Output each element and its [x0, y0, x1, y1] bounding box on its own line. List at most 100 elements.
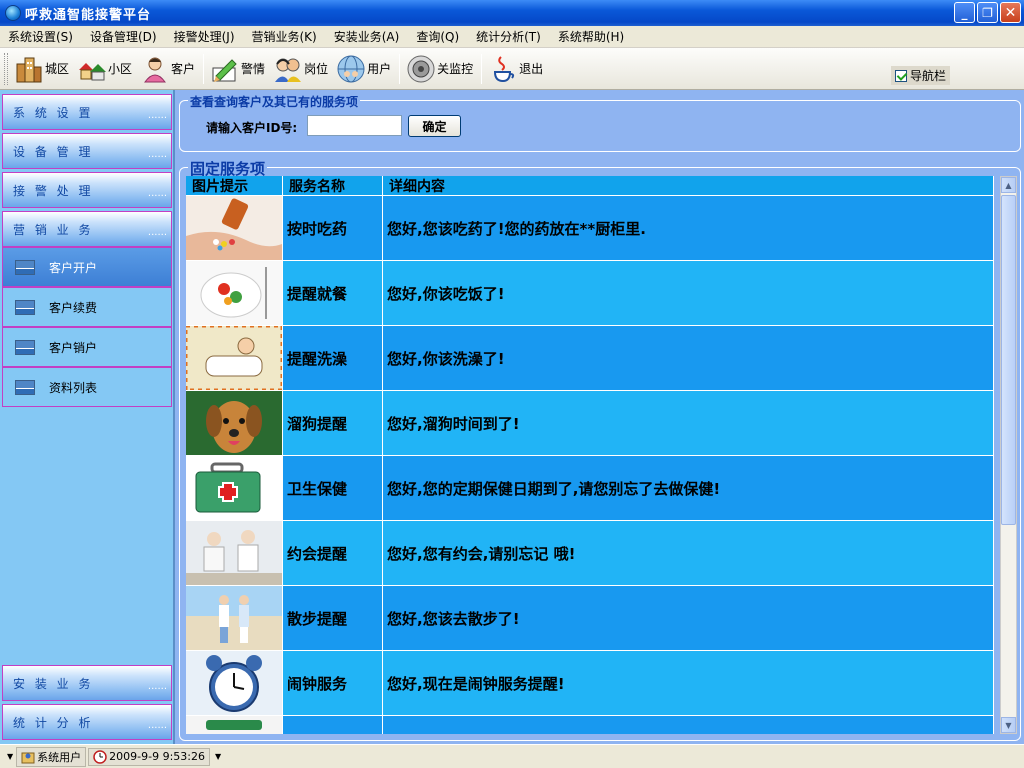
- menu-alarm-handling[interactable]: 接警处理(J): [174, 28, 235, 45]
- statusbar-dropdown-icon[interactable]: ▼: [7, 752, 13, 761]
- sidebar-item-close-account[interactable]: 客户销户: [2, 327, 172, 367]
- query-legend: 查看查询客户及其已有的服务项: [188, 93, 361, 110]
- row-service-detail: 您好,您该去散步了!: [383, 586, 994, 650]
- toolbar-close-monitor-button[interactable]: 关监控: [406, 51, 473, 87]
- menu-bar: 系统设置(S) 设备管理(D) 接警处理(J) 营销业务(K) 安装业务(A) …: [0, 26, 1024, 48]
- row-picture: [186, 326, 283, 390]
- row-service-name: 提醒洗澡: [283, 326, 383, 390]
- table-row[interactable]: 闹钟服务 您好,现在是闹钟服务提醒!: [186, 651, 994, 716]
- query-groupbox: 查看查询客户及其已有的服务项 请输入客户ID号: 确定: [179, 93, 1021, 152]
- sidebar-group-device-management[interactable]: 设 备 管 理 ......: [2, 133, 172, 169]
- row-picture: [186, 521, 283, 585]
- window-title: 呼救通智能接警平台: [25, 7, 152, 23]
- menu-statistics[interactable]: 统计分析(T): [476, 28, 541, 45]
- confirm-button[interactable]: 确定: [408, 115, 461, 137]
- table-row[interactable]: 卫生保健 您好,您的定期保健日期到了,请您别忘了去做保健!: [186, 456, 994, 521]
- toolbar-alarm-button[interactable]: 警情: [210, 51, 265, 87]
- toolbar-close-monitor-label: 关监控: [437, 62, 474, 76]
- sidebar-item-label: 客户开户: [49, 260, 98, 275]
- scrollbar-thumb[interactable]: [1001, 195, 1016, 525]
- customer-id-input[interactable]: [307, 115, 402, 136]
- row-service-detail: 您好,你该吃饭了!: [383, 261, 994, 325]
- picture-icon: [15, 339, 35, 355]
- menu-help[interactable]: 系统帮助(H): [558, 28, 624, 45]
- table-row[interactable]: 散步提醒 您好,您该去散步了!: [186, 586, 994, 651]
- sidebar-group-installation[interactable]: 安 装 业 务 ......: [2, 665, 172, 701]
- toolbar-grip[interactable]: [4, 52, 8, 85]
- sidebar: 系 统 设 置 ...... 设 备 管 理 ...... 接 警 处 理 ..…: [0, 90, 175, 744]
- statusbar-dropdown-icon[interactable]: ▼: [215, 752, 221, 761]
- speaker-icon: [406, 54, 436, 84]
- table-row[interactable]: 按时吃药 您好,您该吃药了!您的药放在**厨柜里.: [186, 196, 994, 261]
- toolbar-exit-label: 退出: [519, 62, 544, 76]
- sidebar-item-renew[interactable]: 客户续费: [2, 287, 172, 327]
- toolbar-customer-label: 客户: [171, 62, 196, 76]
- sidebar-item-label: 客户续费: [49, 300, 98, 315]
- minimize-button[interactable]: _: [954, 2, 975, 23]
- couple-walking-beach-image: [186, 586, 282, 650]
- sidebar-item-open-account[interactable]: 客户开户: [2, 247, 172, 287]
- toolbar-customer-button[interactable]: 客户: [140, 51, 195, 87]
- main-panel: 查看查询客户及其已有的服务项 请输入客户ID号: 确定 固定服务项 图片提示 服…: [175, 90, 1024, 744]
- partial-row-image: [186, 716, 282, 734]
- column-header-detail[interactable]: 详细内容: [383, 176, 994, 195]
- sidebar-group-statistics[interactable]: 统 计 分 析 ......: [2, 704, 172, 740]
- close-button[interactable]: ✕: [1000, 2, 1021, 23]
- table-row[interactable]: 提醒洗澡 您好,你该洗澡了!: [186, 326, 994, 391]
- scroll-down-icon[interactable]: ▼: [1001, 717, 1016, 733]
- elderly-couple-sitting-image: [186, 521, 282, 585]
- sidebar-group-dots: ......: [147, 720, 167, 731]
- sidebar-item-data-list[interactable]: 资料列表: [2, 367, 172, 407]
- table-row[interactable]: 提醒就餐 您好,你该吃饭了!: [186, 261, 994, 326]
- toolbar-post-button[interactable]: 岗位: [273, 51, 328, 87]
- restore-button[interactable]: ❐: [977, 2, 998, 23]
- table-row[interactable]: [186, 716, 994, 734]
- row-picture: [186, 261, 283, 325]
- sidebar-group-alarm-handling[interactable]: 接 警 处 理 ......: [2, 172, 172, 208]
- toolbar-alarm-label: 警情: [241, 62, 266, 76]
- bath-illustration-image: [186, 326, 282, 390]
- row-service-detail: 您好,你该洗澡了!: [383, 326, 994, 390]
- row-picture: [186, 456, 283, 520]
- toolbar-exit-button[interactable]: 退出: [488, 51, 543, 87]
- row-service-name: 约会提醒: [283, 521, 383, 585]
- menu-marketing[interactable]: 营销业务(K): [252, 28, 317, 45]
- title-bar: 呼救通智能接警平台 _ ❐ ✕: [0, 0, 1024, 26]
- row-service-name: 溜狗提醒: [283, 391, 383, 455]
- menu-device-management[interactable]: 设备管理(D): [90, 28, 157, 45]
- fixed-services-groupbox: 固定服务项 图片提示 服务名称 详细内容 按时吃药 您好,您该吃药了!您的药放在…: [179, 158, 1021, 741]
- nav-bar-checkbox[interactable]: [894, 69, 907, 82]
- sidebar-item-label: 客户销户: [49, 340, 98, 355]
- user-icon: [21, 752, 35, 763]
- picture-icon: [15, 259, 35, 275]
- sidebar-group-system-settings[interactable]: 系 统 设 置 ......: [2, 94, 172, 130]
- alert-pen-icon: [210, 54, 240, 84]
- toolbar-community-button[interactable]: 小区: [77, 51, 132, 87]
- nav-bar-toggle[interactable]: 导航栏: [890, 66, 950, 85]
- toolbar-separator: [399, 53, 401, 84]
- menu-system-settings[interactable]: 系统设置(S): [8, 28, 73, 45]
- vertical-scrollbar[interactable]: ▲ ▼: [1000, 176, 1017, 734]
- toolbar-separator: [203, 53, 205, 84]
- column-header-name[interactable]: 服务名称: [283, 176, 383, 195]
- row-service-detail: 您好,您有约会,请别忘记 哦!: [383, 521, 994, 585]
- medicine-pills-image: [186, 196, 282, 260]
- toolbar-city-label: 城区: [45, 62, 70, 76]
- menu-installation[interactable]: 安装业务(A): [334, 28, 400, 45]
- toolbar-user-button[interactable]: 用户: [336, 51, 391, 87]
- customer-icon: [140, 54, 170, 84]
- sidebar-group-dots: ......: [147, 149, 167, 160]
- sidebar-group-marketing[interactable]: 营 销 业 务 ......: [2, 211, 172, 247]
- column-header-picture[interactable]: 图片提示: [186, 176, 283, 195]
- row-service-name: 卫生保健: [283, 456, 383, 520]
- menu-query[interactable]: 查询(Q): [416, 28, 459, 45]
- sidebar-group-label: 安 装 业 务: [13, 676, 94, 691]
- users-globe-icon: [336, 54, 366, 84]
- table-row[interactable]: 溜狗提醒 您好,溜狗时间到了!: [186, 391, 994, 456]
- scroll-up-icon[interactable]: ▲: [1001, 177, 1016, 193]
- sidebar-group-label: 设 备 管 理: [13, 144, 94, 159]
- houses-icon: [77, 54, 107, 84]
- toolbar-city-button[interactable]: 城区: [14, 51, 69, 87]
- toolbar-community-label: 小区: [108, 62, 133, 76]
- table-row[interactable]: 约会提醒 您好,您有约会,请别忘记 哦!: [186, 521, 994, 586]
